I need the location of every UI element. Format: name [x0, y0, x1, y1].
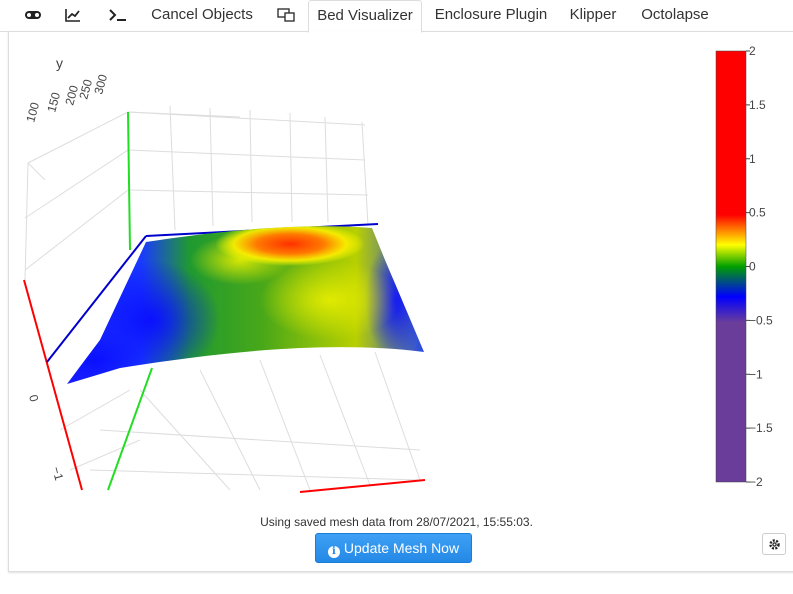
colorbar-tick-label: 0 — [749, 260, 756, 274]
colorbar-tick-label: 1.5 — [749, 98, 766, 112]
axis-ticks: y 100 150 200 250 300 0 −1 — [23, 55, 110, 482]
info-icon: i — [327, 546, 340, 558]
colorbar-tick-label: −1.5 — [749, 421, 773, 435]
gear-icon — [769, 539, 780, 550]
colorbar-tick-label: 1 — [749, 152, 756, 166]
colorbar-tick-label: 0.5 — [749, 206, 766, 220]
colorbar-tick-label: 2 — [749, 44, 756, 58]
mesh-surface — [67, 226, 424, 384]
mesh-status-text: Using saved mesh data from 28/07/2021, 1… — [260, 515, 533, 529]
colorbar-tick-label: −0.5 — [749, 313, 773, 327]
update-mesh-button[interactable]: i Update Mesh Now — [315, 533, 472, 563]
y-tick: 100 — [23, 100, 42, 123]
colorbar: 2 1.5 1 0.5 0 −0.5 −1 −1.5 −2 — [715, 44, 773, 489]
colorbar-tick-label: −2 — [749, 475, 763, 489]
y-axis-label: y — [56, 55, 63, 71]
x-tick: 0 — [26, 393, 41, 403]
mesh-plot[interactable]: y 100 150 200 250 300 0 −1 2 1.5 1 0.5 0 −0.5… — [0, 0, 793, 510]
settings-button[interactable] — [762, 533, 786, 555]
update-mesh-label: Update Mesh Now — [343, 540, 460, 556]
y-tick: 150 — [44, 90, 63, 113]
x-tick: −1 — [49, 465, 66, 482]
colorbar-tick-label: −1 — [749, 367, 763, 381]
y-tick: 300 — [91, 72, 110, 95]
